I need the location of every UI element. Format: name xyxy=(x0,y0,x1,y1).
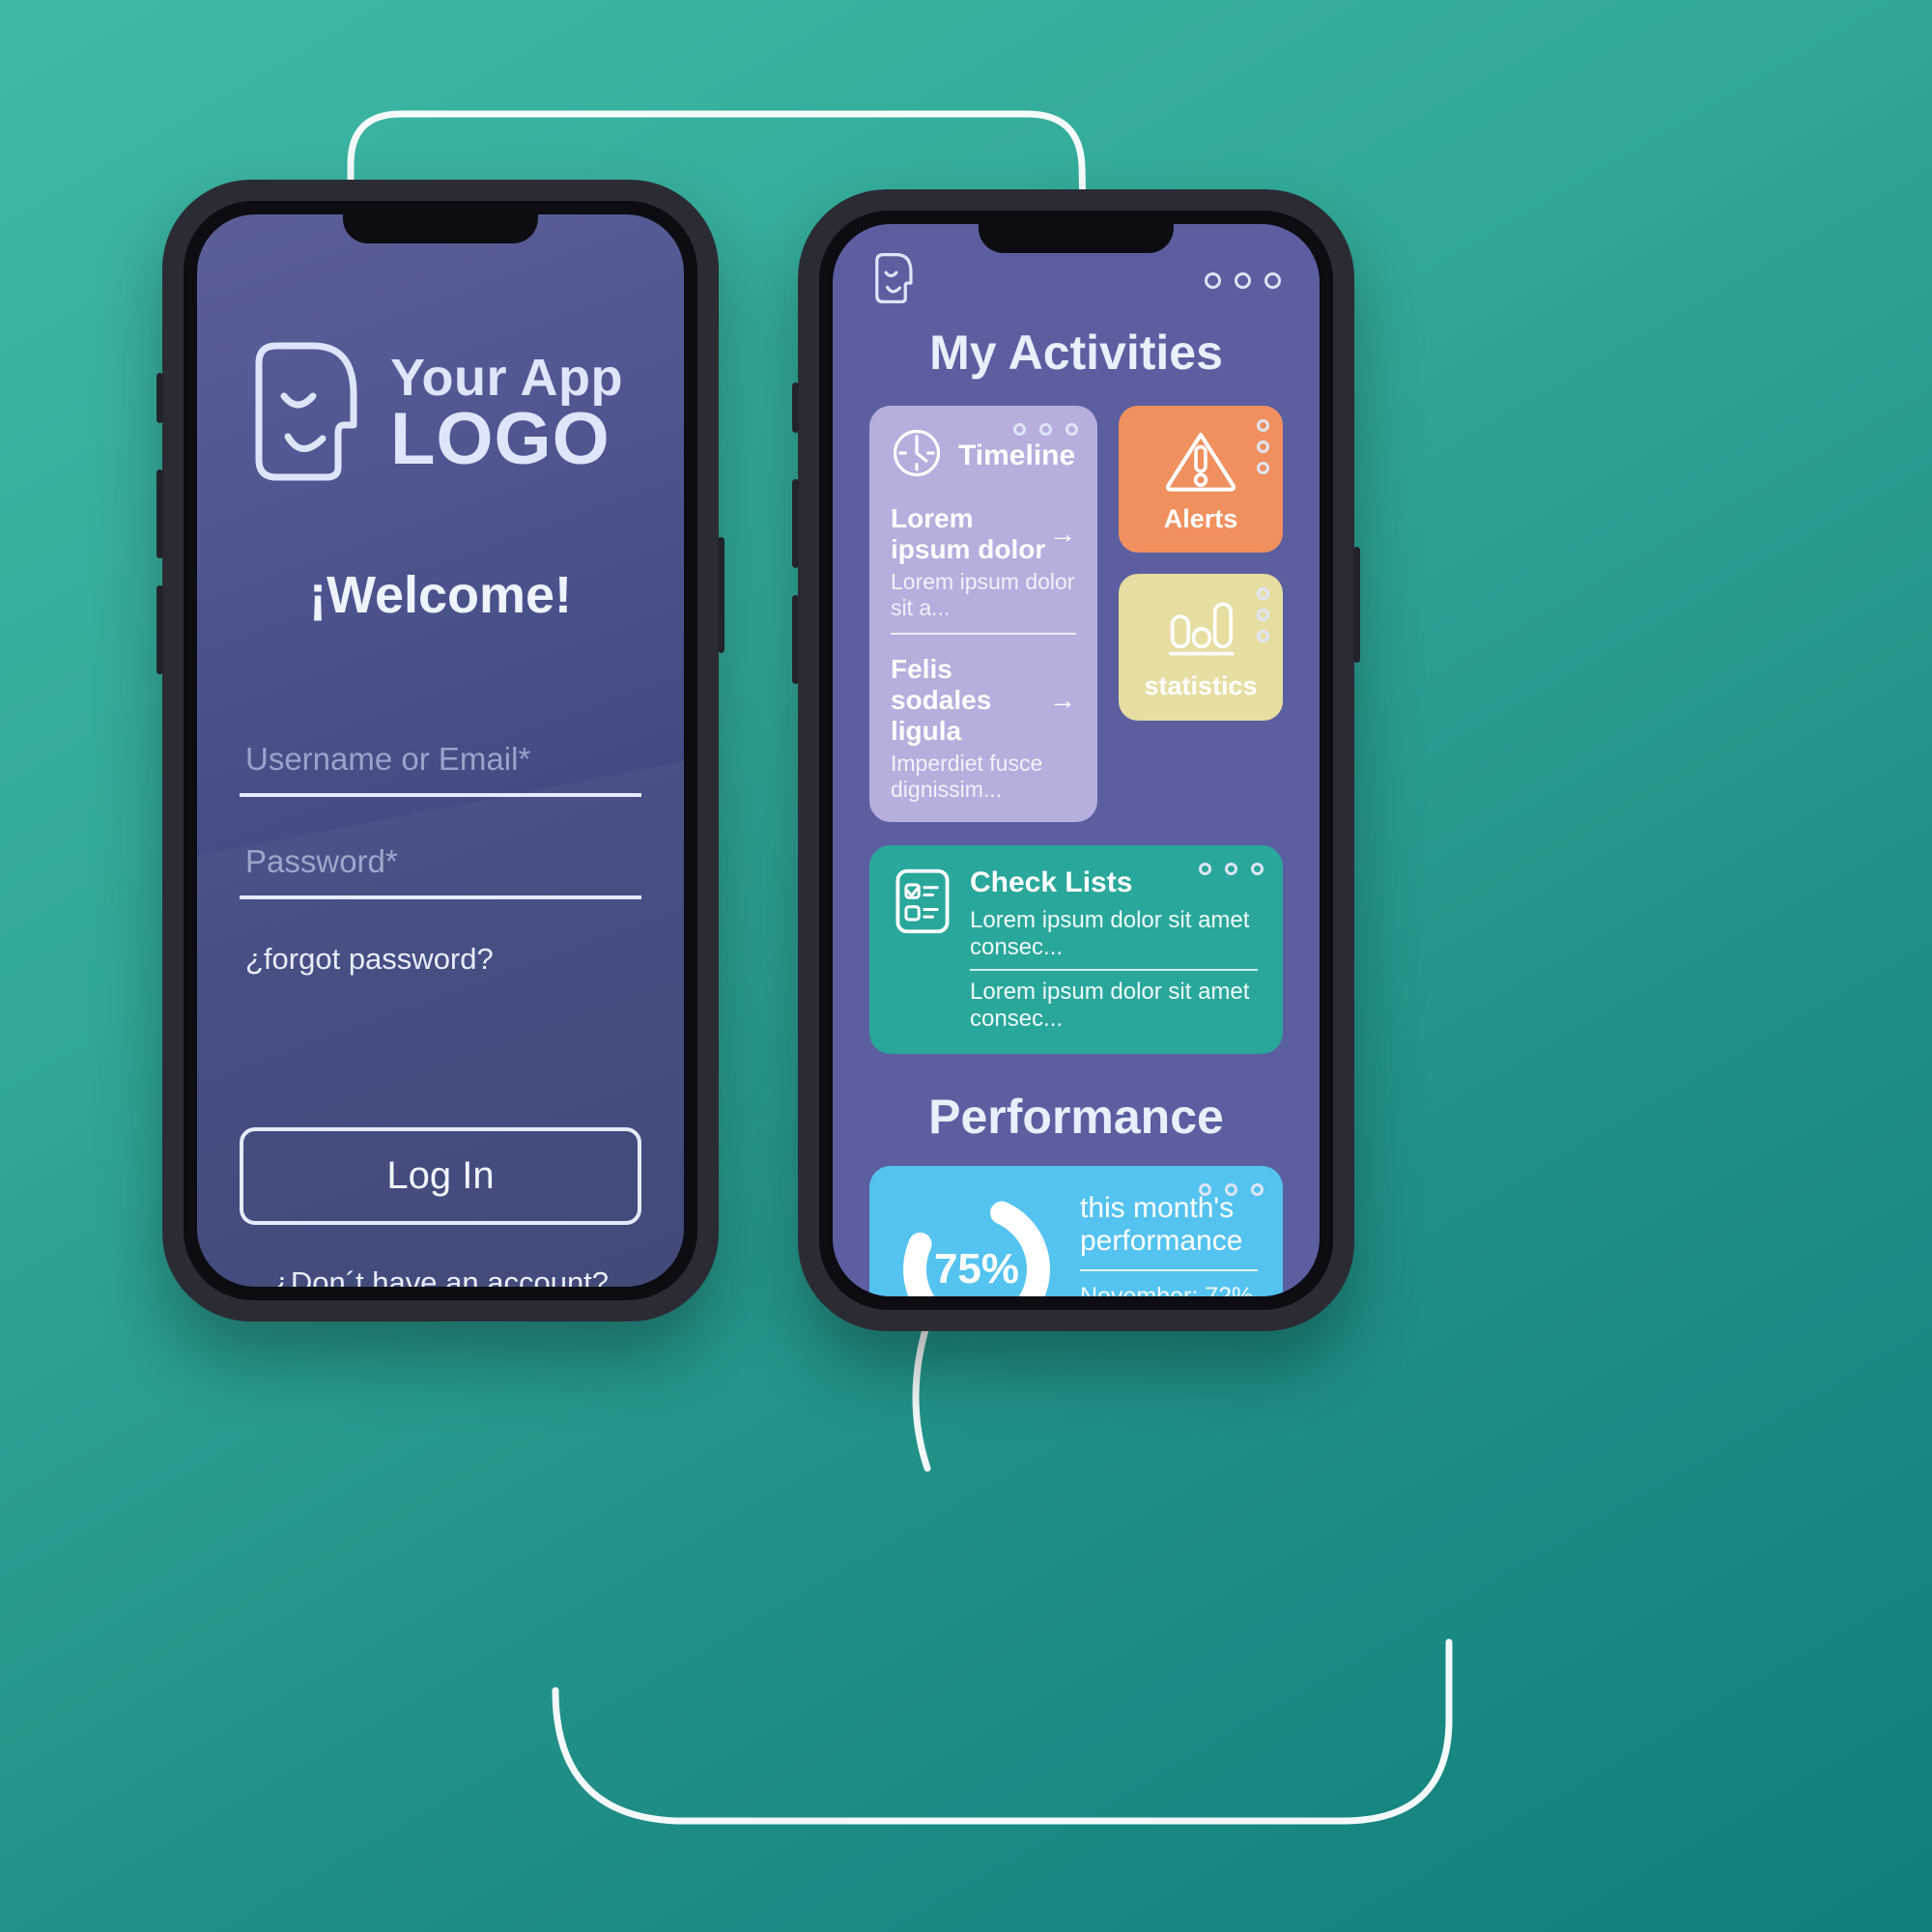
divider xyxy=(970,969,1258,971)
arrow-right-icon[interactable]: → xyxy=(1049,519,1076,550)
timeline-item-title: Felis sodales ligula xyxy=(891,654,992,746)
timeline-item-title: Lorem ipsum dolor xyxy=(891,503,1046,564)
three-dots-vertical-icon[interactable] xyxy=(1257,419,1269,474)
volume-down-button[interactable] xyxy=(156,585,163,674)
brand-text: Your App LOGO xyxy=(390,348,623,481)
mute-switch[interactable] xyxy=(156,373,163,423)
bar-chart-icon xyxy=(1158,595,1243,668)
username-field-wrap xyxy=(240,737,641,797)
performance-heading: Performance xyxy=(928,1090,1224,1144)
clock-icon xyxy=(891,427,943,484)
three-dots-icon[interactable] xyxy=(1199,1183,1264,1196)
mute-switch-2[interactable] xyxy=(792,383,799,433)
phone-mockup-dashboard: My Activities Timeline Lorem ipsum dolor… xyxy=(792,189,1360,1331)
volume-up-button-2[interactable] xyxy=(792,479,799,568)
timeline-item-subtitle: Imperdiet fusce dignissim... xyxy=(891,751,1043,802)
performance-card[interactable]: 75% this month's performance November: 7… xyxy=(869,1166,1283,1296)
password-field-wrap xyxy=(240,839,641,899)
login-screen: Your App LOGO ¡Welcome! ¿forgot password… xyxy=(197,214,684,1287)
checklist-icon xyxy=(893,867,952,1033)
timeline-card[interactable]: Timeline Lorem ipsum dolor → Lorem ipsum… xyxy=(869,406,1097,822)
app-logo: Your App LOGO xyxy=(240,336,641,492)
volume-up-button[interactable] xyxy=(156,469,163,558)
brand-line-2: LOGO xyxy=(390,398,611,481)
forgot-password-link[interactable]: ¿forgot password? xyxy=(240,942,641,977)
tiles-column: Alerts statistics xyxy=(1119,406,1283,822)
alerts-tile-label: Alerts xyxy=(1163,504,1238,533)
timeline-item[interactable]: Lorem ipsum dolor → Lorem ipsum dolor si… xyxy=(891,503,1076,635)
phone-mockup-login: Your App LOGO ¡Welcome! ¿forgot password… xyxy=(156,180,724,1321)
power-button-2[interactable] xyxy=(1353,547,1360,663)
divider xyxy=(891,633,1076,635)
performance-donut-chart: 75% xyxy=(895,1187,1059,1296)
password-input[interactable] xyxy=(240,839,641,899)
three-dots-icon[interactable] xyxy=(1205,271,1281,289)
three-dots-vertical-icon[interactable] xyxy=(1257,587,1269,642)
dashboard-content: Timeline Lorem ipsum dolor → Lorem ipsum… xyxy=(833,381,1320,1296)
phone-notch-2 xyxy=(978,211,1175,253)
dashboard-screen: My Activities Timeline Lorem ipsum dolor… xyxy=(833,224,1320,1296)
login-form: ¿forgot password? xyxy=(240,737,641,977)
face-profile-icon[interactable] xyxy=(871,251,916,310)
statistics-tile-label: statistics xyxy=(1144,671,1258,700)
three-dots-icon[interactable] xyxy=(1013,423,1078,436)
checklist-line: Lorem ipsum dolor sit amet consec... xyxy=(970,979,1250,1032)
power-button[interactable] xyxy=(718,537,724,653)
login-button[interactable]: Log In xyxy=(240,1127,641,1225)
performance-caption-line-1: this month's xyxy=(1080,1191,1235,1224)
phone-notch xyxy=(342,201,539,243)
three-dots-icon[interactable] xyxy=(1199,863,1264,875)
brand-line-1: Your App xyxy=(390,348,623,407)
timeline-item-subtitle: Lorem ipsum dolor sit a... xyxy=(891,569,1075,620)
volume-down-button-2[interactable] xyxy=(792,595,799,684)
divider xyxy=(1080,1269,1258,1272)
username-input[interactable] xyxy=(240,737,641,797)
phone-bezel: Your App LOGO ¡Welcome! ¿forgot password… xyxy=(184,201,697,1300)
timeline-title: Timeline xyxy=(958,439,1076,471)
warning-triangle-icon xyxy=(1161,426,1240,500)
face-profile-icon xyxy=(245,336,365,492)
arrow-right-icon[interactable]: → xyxy=(1049,685,1076,716)
alerts-tile[interactable]: Alerts xyxy=(1119,406,1283,553)
phone-bezel-2: My Activities Timeline Lorem ipsum dolor… xyxy=(819,211,1333,1310)
performance-stat: November: 72% xyxy=(1080,1283,1258,1296)
timeline-item[interactable]: Felis sodales ligula → Imperdiet fusce d… xyxy=(891,654,1076,803)
checklists-card[interactable]: Check Lists Lorem ipsum dolor sit amet c… xyxy=(869,845,1283,1054)
page-title: My Activities xyxy=(929,326,1223,380)
donut-value-label: 75% xyxy=(933,1245,1020,1293)
activities-grid: Timeline Lorem ipsum dolor → Lorem ipsum… xyxy=(869,406,1283,822)
welcome-heading: ¡Welcome! xyxy=(308,566,573,624)
create-account-link[interactable]: ¿Don´t have an account? xyxy=(240,1265,641,1287)
performance-details: this month's performance November: 72% O… xyxy=(1080,1192,1258,1296)
statistics-tile[interactable]: statistics xyxy=(1119,574,1283,721)
performance-caption-line-2: performance xyxy=(1080,1225,1243,1257)
poster-canvas: Your App LOGO ¡Welcome! ¿forgot password… xyxy=(0,0,1932,1932)
checklist-line: Lorem ipsum dolor sit amet consec... xyxy=(970,907,1250,960)
login-footer-links: ¿Don´t have an account? ¿Need technical … xyxy=(240,1265,641,1287)
